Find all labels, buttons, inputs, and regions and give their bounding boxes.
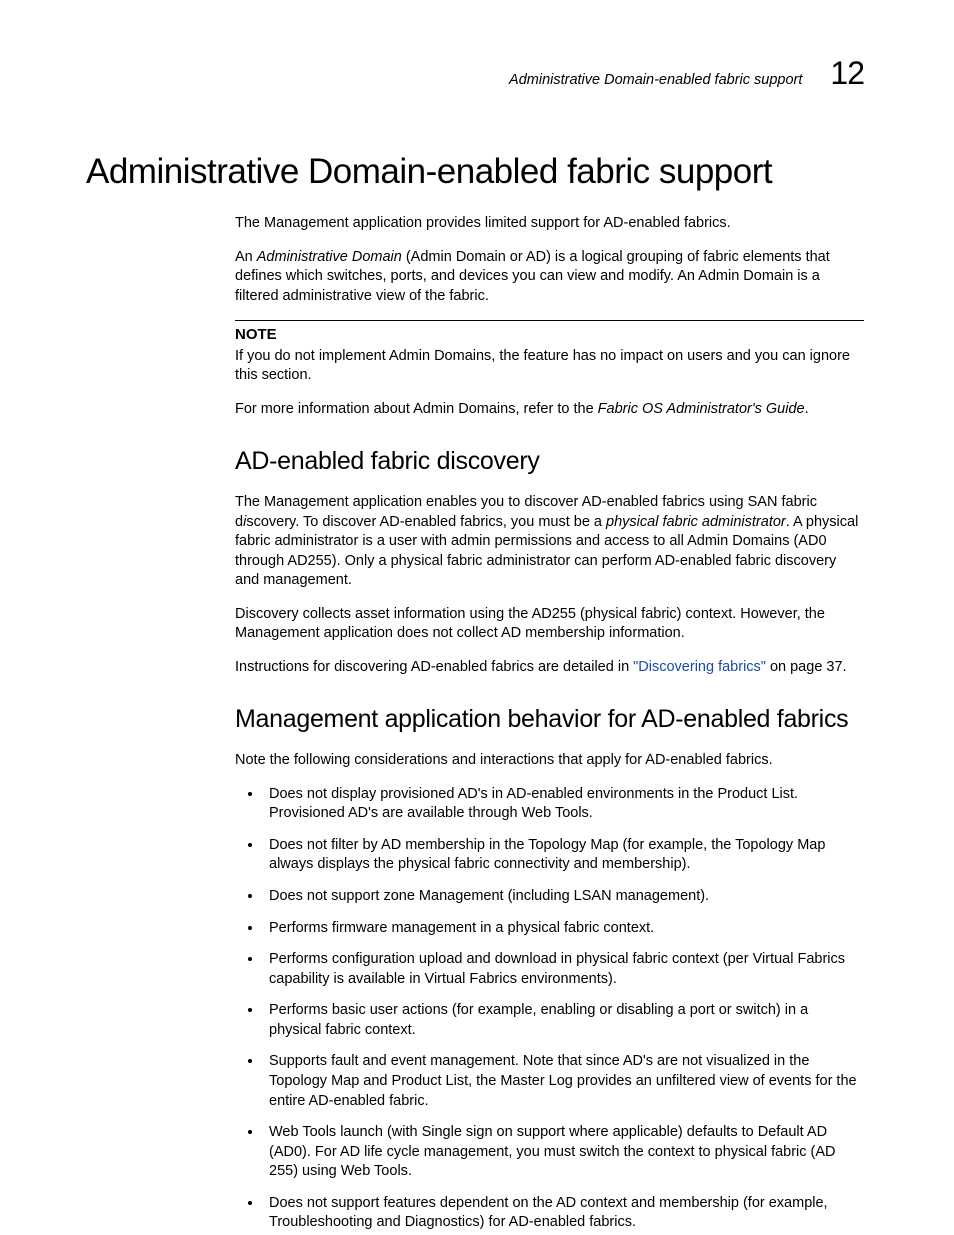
list-item: Does not support features dependent on t… bbox=[263, 1194, 864, 1233]
text-run: . bbox=[805, 401, 809, 417]
list-item: Does not display provisioned AD's in AD-… bbox=[263, 785, 864, 824]
body-column: The Management application provides limi… bbox=[235, 214, 864, 1233]
text-run: on page 37. bbox=[766, 659, 847, 675]
chapter-number: 12 bbox=[830, 55, 864, 92]
list-item: Performs configuration upload and downlo… bbox=[263, 950, 864, 989]
more-info-paragraph: For more information about Admin Domains… bbox=[235, 400, 864, 420]
term-admin-domain: Administrative Domain bbox=[257, 249, 402, 265]
term-physical-fabric-admin: physical fabric administrator bbox=[606, 514, 786, 530]
link-discovering-fabrics[interactable]: "Discovering fabrics" bbox=[633, 659, 766, 675]
discovery-paragraph-2: Discovery collects asset information usi… bbox=[235, 605, 864, 644]
page-title: Administrative Domain-enabled fabric sup… bbox=[86, 152, 864, 192]
running-title: Administrative Domain-enabled fabric sup… bbox=[509, 72, 802, 88]
note-label: NOTE bbox=[235, 325, 864, 345]
running-header: Administrative Domain-enabled fabric sup… bbox=[90, 55, 864, 92]
note-rule bbox=[235, 320, 864, 321]
behavior-bullet-list: Does not display provisioned AD's in AD-… bbox=[235, 785, 864, 1233]
discovery-paragraph-3: Instructions for discovering AD-enabled … bbox=[235, 658, 864, 678]
behavior-intro: Note the following considerations and in… bbox=[235, 751, 864, 771]
intro-paragraph-1: The Management application provides limi… bbox=[235, 214, 864, 234]
list-item: Web Tools launch (with Single sign on su… bbox=[263, 1123, 864, 1182]
reference-title: Fabric OS Administrator's Guide bbox=[598, 401, 805, 417]
text-run: Instructions for discovering AD-enabled … bbox=[235, 659, 633, 675]
intro-paragraph-2: An Administrative Domain (Admin Domain o… bbox=[235, 248, 864, 307]
text-run: For more information about Admin Domains… bbox=[235, 401, 598, 417]
text-run: scovery. To discover AD-enabled fabrics,… bbox=[246, 514, 606, 530]
text-run: An bbox=[235, 249, 257, 265]
list-item: Performs firmware management in a physic… bbox=[263, 919, 864, 939]
list-item: Performs basic user actions (for example… bbox=[263, 1001, 864, 1040]
subheading-behavior: Management application behavior for AD-e… bbox=[235, 703, 864, 737]
list-item: Does not support zone Management (includ… bbox=[263, 887, 864, 907]
subheading-discovery: AD-enabled fabric discovery bbox=[235, 445, 864, 479]
list-item: Does not filter by AD membership in the … bbox=[263, 836, 864, 875]
discovery-paragraph-1: The Management application enables you t… bbox=[235, 493, 864, 591]
document-page: Administrative Domain-enabled fabric sup… bbox=[0, 0, 954, 1235]
note-text: If you do not implement Admin Domains, t… bbox=[235, 347, 864, 386]
list-item: Supports fault and event management. Not… bbox=[263, 1052, 864, 1111]
